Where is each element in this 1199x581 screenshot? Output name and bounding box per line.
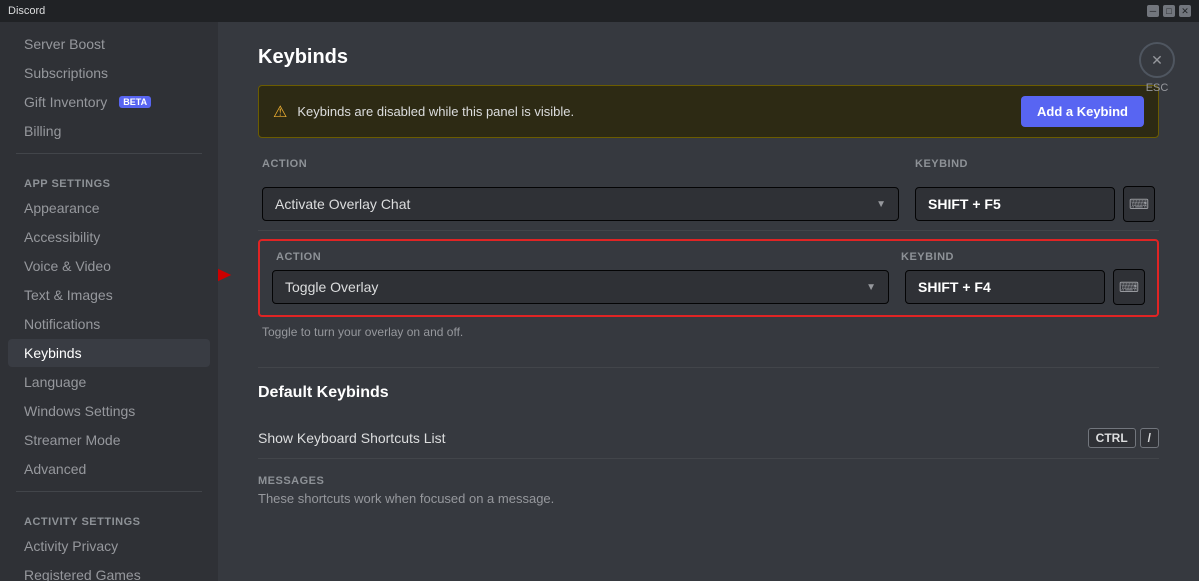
sidebar-item-server-boost[interactable]: Server Boost bbox=[8, 30, 210, 58]
sidebar-item-label: Appearance bbox=[24, 200, 100, 216]
keybind-row-activate-overlay: Activate Overlay Chat ▼ SHIFT + F5 ⌨ bbox=[258, 178, 1159, 231]
sidebar-item-label: Advanced bbox=[24, 461, 86, 477]
toggle-description: Toggle to turn your overlay on and off. bbox=[258, 321, 1159, 351]
sidebar-group-app-settings: APP SETTINGS Appearance Accessibility Vo… bbox=[0, 162, 218, 483]
add-keybind-button[interactable]: Add a Keybind bbox=[1021, 96, 1144, 127]
content-area: ✕ ESC Keybinds ⚠ Keybinds are disabled w… bbox=[218, 22, 1199, 581]
highlighted-action-header: ACTION bbox=[276, 251, 885, 263]
sidebar-item-subscriptions[interactable]: Subscriptions bbox=[8, 59, 210, 87]
action-dropdown-activate[interactable]: Activate Overlay Chat ▼ bbox=[262, 187, 899, 221]
sidebar-item-voice-video[interactable]: Voice & Video bbox=[8, 252, 210, 280]
chevron-down-icon: ▼ bbox=[876, 199, 886, 210]
red-arrow: ➤ bbox=[218, 255, 233, 293]
titlebar: Discord ─ □ ✕ bbox=[0, 0, 1199, 22]
beta-badge: BETA bbox=[119, 96, 151, 108]
sidebar-item-advanced[interactable]: Advanced bbox=[8, 455, 210, 483]
sidebar-item-gift-inventory[interactable]: Gift Inventory BETA bbox=[8, 88, 210, 116]
sidebar-item-language[interactable]: Language bbox=[8, 368, 210, 396]
sidebar-item-accessibility[interactable]: Accessibility bbox=[8, 223, 210, 251]
sidebar-item-label: Gift Inventory bbox=[24, 94, 107, 110]
keybind-value-toggle: SHIFT + F4 bbox=[905, 270, 1105, 304]
sidebar-item-label: Billing bbox=[24, 123, 61, 139]
sidebar-group-billing: Server Boost Subscriptions Gift Inventor… bbox=[0, 30, 218, 145]
keybind-edit-button-toggle[interactable]: ⌨ bbox=[1113, 269, 1145, 305]
maximize-button[interactable]: □ bbox=[1163, 5, 1175, 17]
sidebar-item-label: Language bbox=[24, 374, 86, 390]
warning-icon: ⚠ bbox=[273, 102, 287, 122]
app-settings-label: APP SETTINGS bbox=[0, 162, 218, 194]
action-dropdown-toggle[interactable]: Toggle Overlay ▼ bbox=[272, 270, 889, 304]
keybind-value-activate: SHIFT + F5 bbox=[915, 187, 1115, 221]
default-keybind-row-shortcuts: Show Keyboard Shortcuts List CTRL / bbox=[258, 418, 1159, 459]
warning-banner: ⚠ Keybinds are disabled while this panel… bbox=[258, 85, 1159, 138]
esc-circle[interactable]: ✕ bbox=[1139, 42, 1175, 78]
default-keybinds-title: Default Keybinds bbox=[258, 384, 1159, 402]
sidebar-item-notifications[interactable]: Notifications bbox=[8, 310, 210, 338]
keybind-keys: CTRL / bbox=[1088, 428, 1159, 448]
keybind-column-header: KEYBIND bbox=[915, 158, 1155, 170]
close-button[interactable]: ✕ bbox=[1179, 5, 1191, 17]
messages-desc: These shortcuts work when focused on a m… bbox=[258, 491, 1159, 506]
sidebar: Server Boost Subscriptions Gift Inventor… bbox=[0, 22, 218, 581]
app-title: Discord bbox=[8, 5, 45, 17]
minimize-button[interactable]: ─ bbox=[1147, 5, 1159, 17]
sidebar-item-keybinds[interactable]: Keybinds bbox=[8, 339, 210, 367]
sidebar-item-label: Registered Games bbox=[24, 567, 141, 581]
action-dropdown-value: Toggle Overlay bbox=[285, 279, 378, 295]
sidebar-group-activity-settings: ACTIVITY SETTINGS Activity Privacy Regis… bbox=[0, 500, 218, 581]
section-divider bbox=[258, 367, 1159, 368]
sidebar-item-label: Keybinds bbox=[24, 345, 82, 361]
action-dropdown-value: Activate Overlay Chat bbox=[275, 196, 410, 212]
highlighted-keybind-row: ACTION KEYBIND Toggle Overlay ▼ SHIFT + … bbox=[258, 239, 1159, 317]
warning-text: Keybinds are disabled while this panel i… bbox=[297, 104, 1011, 119]
sidebar-item-label: Accessibility bbox=[24, 229, 100, 245]
sidebar-item-activity-privacy[interactable]: Activity Privacy bbox=[8, 532, 210, 560]
sidebar-item-label: Windows Settings bbox=[24, 403, 135, 419]
keybind-edit-button-activate[interactable]: ⌨ bbox=[1123, 186, 1155, 222]
esc-button[interactable]: ✕ ESC bbox=[1139, 42, 1175, 94]
sidebar-item-label: Text & Images bbox=[24, 287, 113, 303]
messages-section: MESSAGES These shortcuts work when focus… bbox=[258, 459, 1159, 506]
sidebar-divider-2 bbox=[16, 491, 202, 492]
keybind-field-wrap-activate: SHIFT + F5 ⌨ bbox=[915, 186, 1155, 222]
highlighted-headers: ACTION KEYBIND bbox=[272, 251, 1145, 263]
sidebar-divider bbox=[16, 153, 202, 154]
keybind-field-wrap-toggle: SHIFT + F4 ⌨ bbox=[905, 269, 1145, 305]
keybind-headers: ACTION KEYBIND bbox=[258, 158, 1159, 170]
sidebar-item-label: Server Boost bbox=[24, 36, 105, 52]
default-keybind-label: Show Keyboard Shortcuts List bbox=[258, 430, 446, 446]
page-title: Keybinds bbox=[258, 46, 1159, 69]
sidebar-item-streamer-mode[interactable]: Streamer Mode bbox=[8, 426, 210, 454]
window-controls[interactable]: ─ □ ✕ bbox=[1147, 5, 1191, 17]
activity-settings-label: ACTIVITY SETTINGS bbox=[0, 500, 218, 532]
sidebar-item-label: Streamer Mode bbox=[24, 432, 120, 448]
sidebar-item-label: Notifications bbox=[24, 316, 100, 332]
sidebar-item-label: Activity Privacy bbox=[24, 538, 118, 554]
messages-label: MESSAGES bbox=[258, 475, 1159, 487]
sidebar-item-label: Voice & Video bbox=[24, 258, 111, 274]
sidebar-item-registered-games[interactable]: Registered Games bbox=[8, 561, 210, 581]
slash-key: / bbox=[1140, 428, 1159, 448]
keybind-row-toggle-overlay: Toggle Overlay ▼ SHIFT + F4 ⌨ bbox=[272, 269, 1145, 305]
sidebar-item-appearance[interactable]: Appearance bbox=[8, 194, 210, 222]
sidebar-item-text-images[interactable]: Text & Images bbox=[8, 281, 210, 309]
highlighted-keybind-header: KEYBIND bbox=[901, 251, 1141, 263]
chevron-down-icon: ▼ bbox=[866, 282, 876, 293]
ctrl-key: CTRL bbox=[1088, 428, 1136, 448]
sidebar-item-windows-settings[interactable]: Windows Settings bbox=[8, 397, 210, 425]
action-column-header: ACTION bbox=[262, 158, 899, 170]
sidebar-item-billing[interactable]: Billing bbox=[8, 117, 210, 145]
esc-label: ESC bbox=[1146, 82, 1169, 94]
sidebar-item-label: Subscriptions bbox=[24, 65, 108, 81]
